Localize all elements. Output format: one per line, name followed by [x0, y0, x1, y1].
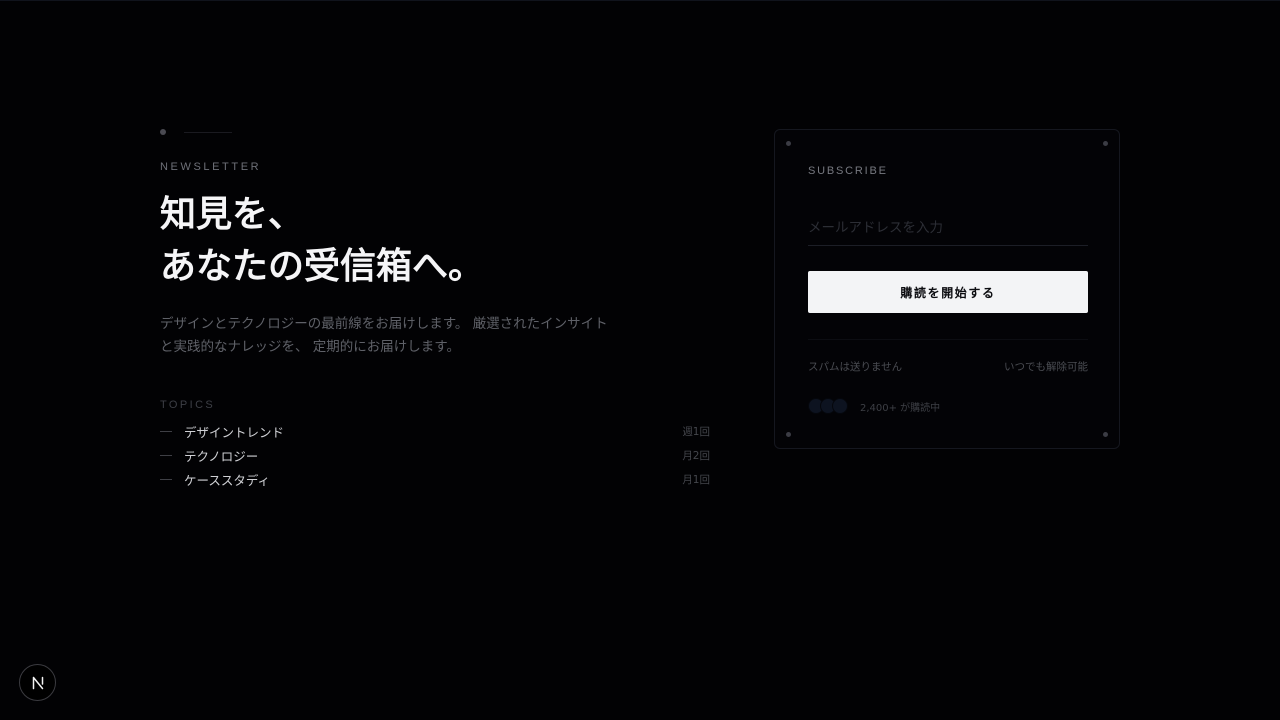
- newsletter-page: NEWSLETTER 知見を、 あなたの受信箱へ。 デザインとテクノロジーの最前…: [0, 0, 1280, 720]
- corner-dot-icon: [786, 141, 791, 146]
- topic-item: テクノロジー 月2回: [160, 443, 712, 467]
- subscribe-notes: スパムは送りません いつでも解除可能: [808, 359, 1088, 374]
- page-title: 知見を、 あなたの受信箱へ。: [160, 189, 712, 293]
- hero-section: NEWSLETTER 知見を、 あなたの受信箱へ。 デザインとテクノロジーの最前…: [160, 126, 712, 491]
- avatar-stack: [808, 398, 848, 414]
- subscribe-button[interactable]: 購読を開始する: [808, 271, 1088, 313]
- topic-frequency: 月1回: [682, 473, 710, 486]
- topic-item: デザイントレンド 週1回: [160, 419, 712, 443]
- next-logo-icon: [32, 676, 43, 689]
- headline-line-1: 知見を、: [160, 194, 305, 235]
- decoration-line: [184, 132, 232, 133]
- topic-name: テクノロジー: [184, 448, 259, 464]
- decoration-dot-icon: [160, 129, 166, 135]
- topics-list: デザイントレンド 週1回 テクノロジー 月2回 ケーススタディ 月1回: [160, 419, 712, 491]
- corner-dot-icon: [1103, 141, 1108, 146]
- decoration: [160, 126, 712, 138]
- topic-item: ケーススタディ 月1回: [160, 467, 712, 491]
- description: デザインとテクノロジーの最前線をお届けします。 厳選されたインサイトと実践的なナ…: [160, 316, 608, 355]
- subscriber-count: 2,400+ が購読中: [860, 402, 941, 414]
- next-logo-button[interactable]: [19, 664, 56, 701]
- no-spam-note: スパムは送りません: [808, 361, 903, 373]
- topic-name: ケーススタディ: [184, 472, 271, 488]
- unsubscribe-note: いつでも解除可能: [1004, 361, 1088, 373]
- corner-dot-icon: [786, 432, 791, 437]
- dash-icon: [160, 454, 172, 456]
- headline-line-2: あなたの受信箱へ。: [160, 246, 485, 287]
- corner-dot-icon: [1103, 432, 1108, 437]
- topic-name: デザイントレンド: [184, 424, 285, 440]
- dash-icon: [160, 478, 172, 480]
- subscriber-info: 2,400+ が購読中: [808, 398, 940, 414]
- subscribe-label: SUBSCRIBE: [808, 165, 888, 177]
- avatar: [832, 398, 848, 414]
- email-input[interactable]: [808, 210, 1088, 246]
- dash-icon: [160, 430, 172, 432]
- divider: [808, 339, 1088, 340]
- subscribe-card: SUBSCRIBE 購読を開始する スパムは送りません いつでも解除可能 2,4…: [774, 129, 1120, 449]
- topic-frequency: 月2回: [682, 449, 710, 462]
- topic-frequency: 週1回: [682, 425, 710, 438]
- eyebrow-label: NEWSLETTER: [160, 161, 262, 173]
- topics-label: TOPICS: [160, 399, 216, 411]
- top-border: [0, 0, 1280, 1]
